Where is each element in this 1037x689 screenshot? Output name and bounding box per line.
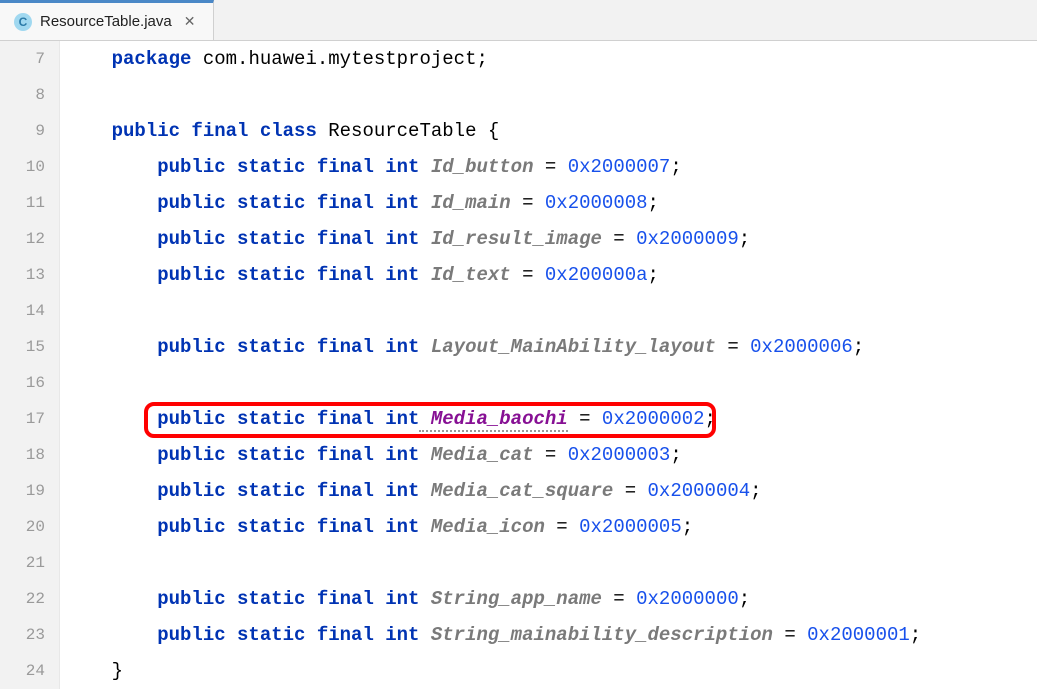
tab-filename: ResourceTable.java: [40, 13, 172, 30]
code-line-17: public static final int Media_baochi = 0…: [66, 401, 1037, 437]
tab-resourcetable[interactable]: C ResourceTable.java ✕: [0, 0, 214, 40]
code-line-19: public static final int Media_cat_square…: [66, 473, 1037, 509]
code-line-11: public static final int Id_main = 0x2000…: [66, 185, 1037, 221]
code-line-8: [66, 77, 1037, 113]
code-line-21: [66, 545, 1037, 581]
close-icon[interactable]: ✕: [180, 11, 200, 32]
tab-bar: C ResourceTable.java ✕: [0, 0, 1037, 41]
code-line-24: }: [66, 653, 1037, 689]
line-number-gutter: 7 8 9 10 11 12 13 14 15 16 17 18 19 20 2…: [0, 41, 60, 689]
code-line-23: public static final int String_mainabili…: [66, 617, 1037, 653]
code-line-9: public final class ResourceTable {: [66, 113, 1037, 149]
code-line-12: public static final int Id_result_image …: [66, 221, 1037, 257]
code-line-20: public static final int Media_icon = 0x2…: [66, 509, 1037, 545]
code-line-10: public static final int Id_button = 0x20…: [66, 149, 1037, 185]
code-line-14: [66, 293, 1037, 329]
java-class-icon: C: [14, 13, 32, 31]
code-line-13: public static final int Id_text = 0x2000…: [66, 257, 1037, 293]
code-line-16: [66, 365, 1037, 401]
code-editor[interactable]: 7 8 9 10 11 12 13 14 15 16 17 18 19 20 2…: [0, 41, 1037, 689]
code-area[interactable]: package com.huawei.mytestproject; public…: [60, 41, 1037, 689]
code-line-18: public static final int Media_cat = 0x20…: [66, 437, 1037, 473]
code-line-7: package com.huawei.mytestproject;: [66, 41, 1037, 77]
code-line-22: public static final int String_app_name …: [66, 581, 1037, 617]
code-line-15: public static final int Layout_MainAbili…: [66, 329, 1037, 365]
